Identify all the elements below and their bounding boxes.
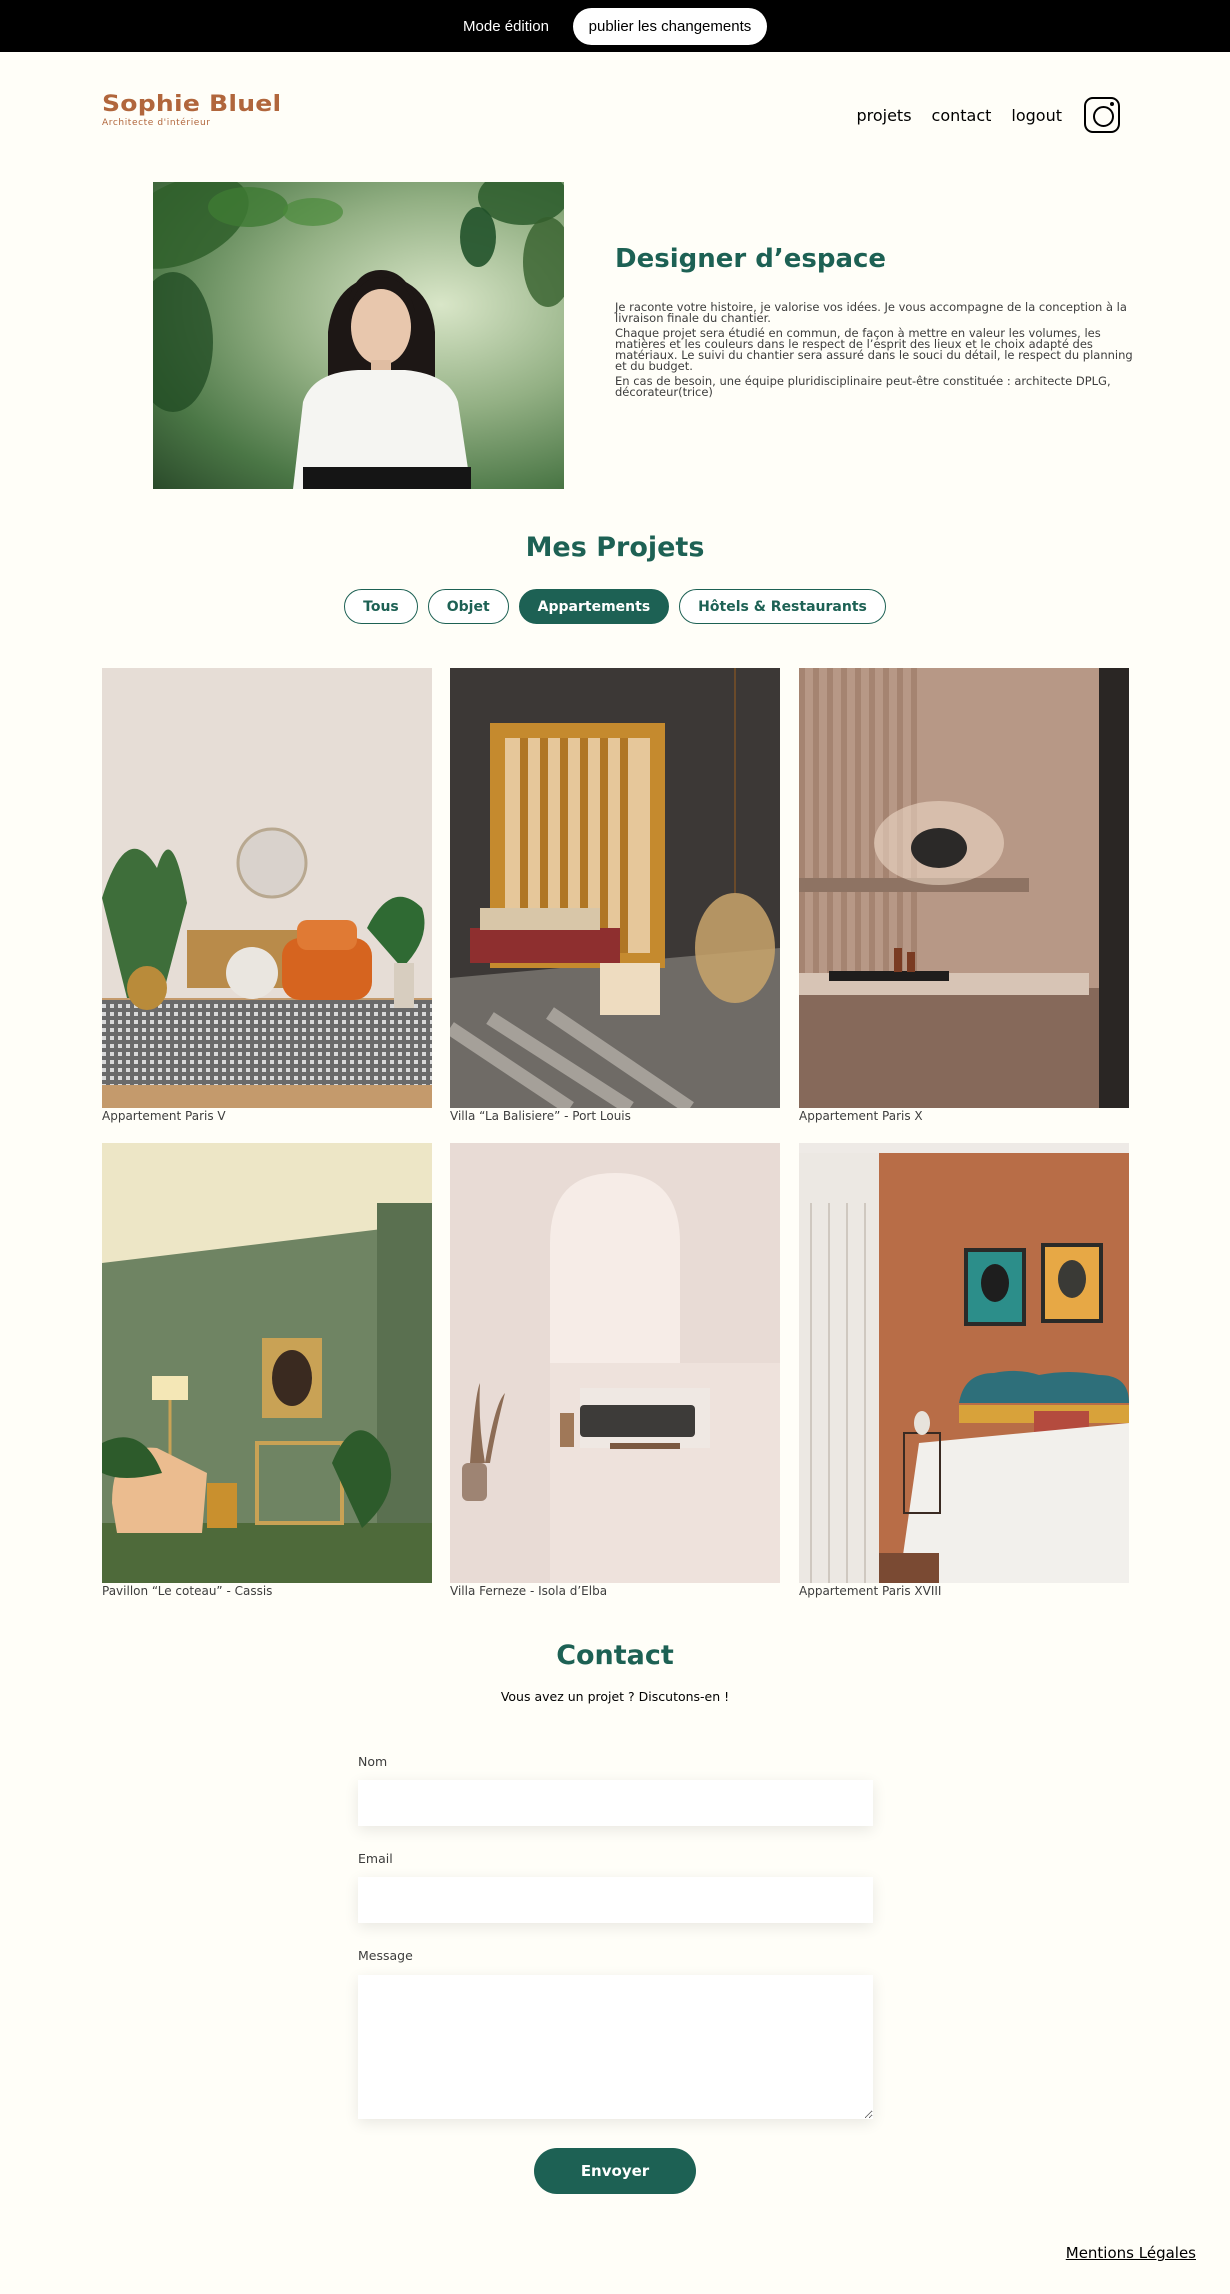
contact-subtitle: Vous avez un projet ? Discutons-en !	[500, 1689, 730, 1704]
project-caption: Appartement Paris XVIII	[799, 1584, 942, 1598]
message-field[interactable]	[358, 1975, 873, 2119]
intro-paragraph: Je raconte votre histoire, je valorise v…	[615, 300, 1127, 325]
architect-portrait	[153, 182, 564, 489]
site-logo[interactable]: Sophie Bluel Architecte d'intérieur	[102, 93, 281, 129]
email-label: Email	[358, 1851, 393, 1866]
project-caption: Appartement Paris X	[799, 1109, 923, 1123]
nav-projets[interactable]: projets	[856, 106, 911, 125]
main-nav: projets contact logout	[856, 97, 1120, 133]
intro-text: Je raconte votre histoire, je valorise v…	[615, 300, 1133, 402]
gallery-item[interactable]: Appartement Paris XVIII	[799, 1143, 1129, 1598]
message-label: Message	[358, 1948, 413, 1963]
instagram-icon[interactable]	[1084, 97, 1120, 133]
project-image	[799, 1143, 1129, 1583]
gallery-item[interactable]: Villa Ferneze - Isola d’Elba	[450, 1143, 780, 1598]
gallery-item[interactable]: Pavillon “Le coteau” - Cassis	[102, 1143, 432, 1598]
publish-changes-button[interactable]: publier les changements	[572, 7, 767, 45]
project-image	[450, 668, 780, 1108]
project-image	[450, 1143, 780, 1583]
project-image	[102, 1143, 432, 1583]
filter-objet[interactable]: Objet	[427, 589, 509, 624]
filter-appartements[interactable]: Appartements	[518, 589, 670, 624]
intro-paragraph: En cas de besoin, une équipe pluridiscip…	[615, 374, 1111, 399]
send-button[interactable]: Envoyer	[534, 2148, 696, 2194]
project-caption: Pavillon “Le coteau” - Cassis	[102, 1584, 273, 1598]
project-image	[102, 668, 432, 1108]
contact-title: Contact	[556, 1640, 674, 1671]
email-field[interactable]	[358, 1877, 873, 1923]
project-caption: Villa “La Balisiere” - Port Louis	[450, 1109, 631, 1123]
nav-logout[interactable]: logout	[1011, 106, 1062, 125]
project-caption: Appartement Paris V	[102, 1109, 226, 1123]
projects-title: Mes Projets	[525, 532, 705, 563]
project-image	[799, 668, 1129, 1108]
intro-paragraph: Chaque projet sera étudié en commun, de …	[615, 326, 1133, 373]
intro-title: Designer d’espace	[615, 244, 887, 274]
edit-mode-label: Mode édition	[463, 17, 549, 35]
edit-mode-bar: Mode édition publier les changements	[0, 0, 1230, 52]
filter-hotels-restaurants[interactable]: Hôtels & Restaurants	[679, 589, 886, 624]
legal-notice-link[interactable]: Mentions Légales	[1066, 2244, 1196, 2262]
name-field[interactable]	[358, 1780, 873, 1826]
gallery-item[interactable]: Appartement Paris V	[102, 668, 432, 1123]
logo-title: Sophie Bluel	[102, 92, 282, 117]
gallery-item[interactable]: Villa “La Balisiere” - Port Louis	[450, 668, 780, 1123]
nav-contact[interactable]: contact	[932, 106, 992, 125]
filter-tous[interactable]: Tous	[344, 589, 418, 624]
logo-subtitle: Architecte d'intérieur	[102, 118, 211, 128]
project-filters: Tous Objet Appartements Hôtels & Restaur…	[0, 589, 1230, 624]
project-caption: Villa Ferneze - Isola d’Elba	[450, 1584, 608, 1598]
gallery-item[interactable]: Appartement Paris X	[799, 668, 1129, 1123]
name-label: Nom	[358, 1754, 388, 1769]
